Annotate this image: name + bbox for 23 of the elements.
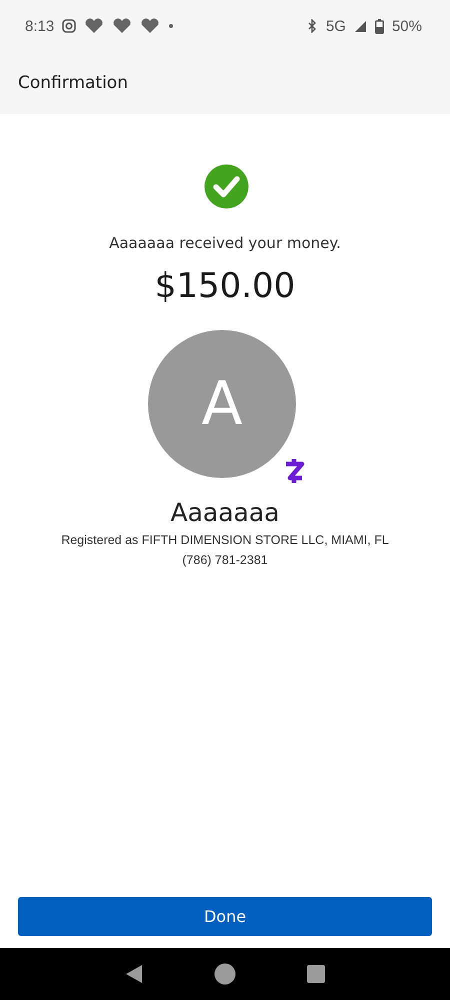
phone-number: (786) 781-2381	[182, 553, 268, 567]
heart-icon	[140, 18, 160, 34]
camera-icon	[62, 19, 76, 33]
dot-icon	[168, 23, 174, 29]
checkmark-icon	[204, 164, 249, 209]
recipient-name: Aaaaaaa	[170, 498, 280, 527]
battery-icon	[374, 18, 384, 34]
recent-apps-icon[interactable]	[306, 965, 325, 983]
avatar-initial: A	[201, 369, 243, 439]
bluetooth-icon	[306, 19, 318, 33]
back-icon[interactable]	[125, 964, 144, 984]
status-time: 8:13	[25, 18, 54, 34]
heart-icon	[112, 18, 132, 34]
done-button[interactable]: Done	[18, 897, 432, 936]
page-title: Confirmation	[18, 73, 128, 93]
battery-percent: 50%	[392, 18, 422, 34]
amount: $150.00	[154, 266, 296, 306]
signal-icon	[354, 20, 367, 32]
home-icon[interactable]	[214, 963, 236, 985]
registered-name: Registered as FIFTH DIMENSION STORE LLC, MIAMI, FL	[61, 533, 389, 547]
heart-icon	[84, 18, 104, 34]
confirmation-message: Aaaaaaa received your money.	[109, 234, 341, 252]
network-label: 5G	[326, 18, 346, 34]
